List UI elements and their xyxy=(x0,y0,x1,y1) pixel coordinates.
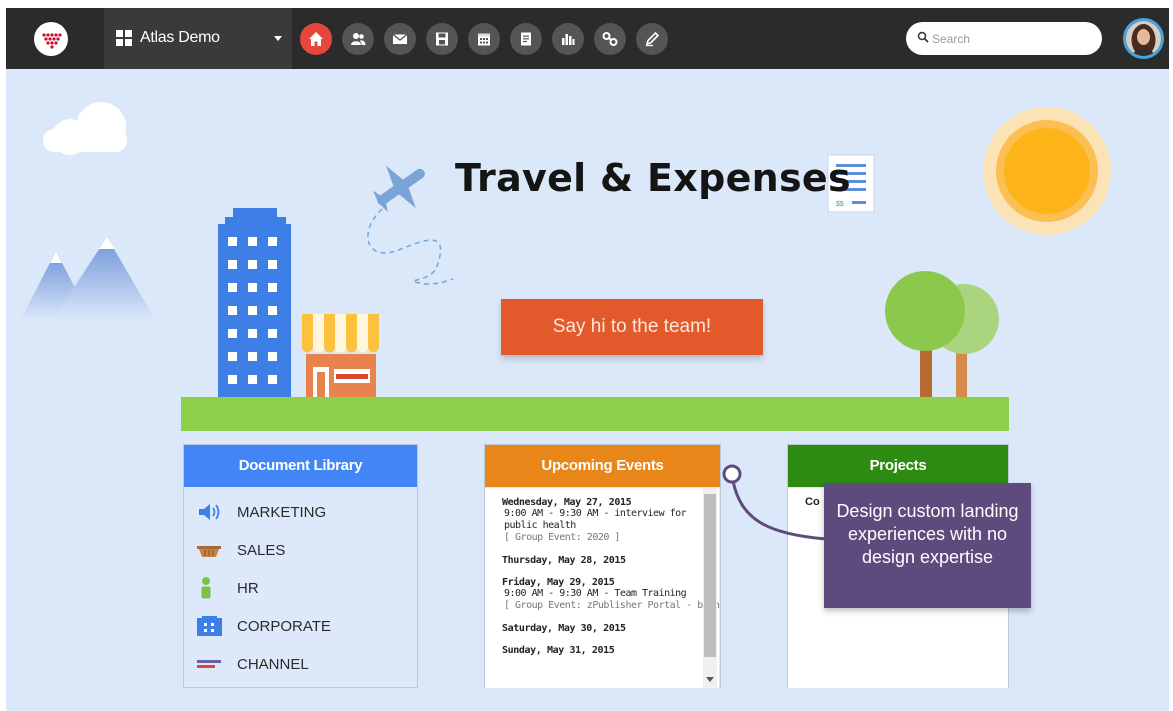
nav-edit-button[interactable] xyxy=(636,23,668,55)
event-day: Thursday, May 28, 2015 xyxy=(502,555,702,566)
logo-dots-icon xyxy=(42,33,62,49)
grid-icon xyxy=(116,30,132,46)
person-icon xyxy=(201,577,211,599)
mail-icon xyxy=(392,33,408,44)
search-icon xyxy=(917,31,929,43)
cloud-illustration xyxy=(43,102,127,155)
event-day: Saturday, May 30, 2015 xyxy=(502,623,702,634)
user-avatar[interactable] xyxy=(1123,18,1164,59)
nav-document-button[interactable] xyxy=(510,23,542,55)
home-icon xyxy=(309,32,323,46)
site-switcher[interactable]: Atlas Demo xyxy=(104,8,292,69)
event-date: Saturday, May 30, 2015 xyxy=(502,623,626,634)
office-building-illustration xyxy=(218,208,291,399)
document-icon xyxy=(521,32,531,46)
page-title: Travel & Expenses xyxy=(455,156,851,200)
events-scrollbar[interactable] xyxy=(703,488,717,688)
event-date: Friday, May 29, 2015 xyxy=(502,577,615,588)
library-item-corporate[interactable]: CORPORATE xyxy=(184,608,417,646)
site-name: Atlas Demo xyxy=(140,29,220,46)
event-date: Wednesday, May 27, 2015 xyxy=(502,497,632,508)
event-title-link[interactable]: 9:00 AM - 9:30 AM - Team Training xyxy=(502,588,702,600)
library-item-channel[interactable]: CHANNEL xyxy=(184,646,417,684)
app-logo[interactable] xyxy=(34,22,68,56)
event-date: Sunday, May 31, 2015 xyxy=(502,645,615,656)
mountains-illustration xyxy=(20,237,156,321)
projects-title: Projects xyxy=(788,445,1008,487)
shop-illustration xyxy=(302,314,379,400)
landing-page-canvas: $$ Travel & Expenses Say hi to the team!… xyxy=(6,69,1169,711)
library-item-label: SALES xyxy=(237,542,286,559)
scrollbar-thumb[interactable] xyxy=(704,494,716,657)
people-icon xyxy=(351,33,366,45)
event-group: [ Group Event: 2020 ] xyxy=(504,532,620,543)
library-item-label: MARKETING xyxy=(237,504,327,521)
library-item-sales[interactable]: SALES xyxy=(184,532,417,570)
event-title-link[interactable]: 9:00 AM - 9:30 AM - interview for public… xyxy=(502,508,702,532)
library-item-label: CHANNEL xyxy=(237,656,309,673)
document-library-panel: Document Library MARKETING SALES HR CORP… xyxy=(183,444,418,688)
calendar-icon xyxy=(478,33,490,46)
library-item-marketing[interactable]: MARKETING xyxy=(184,494,417,532)
feature-callout: Design custom landing experiences with n… xyxy=(824,483,1031,608)
airplane-illustration xyxy=(367,165,454,285)
ground-strip xyxy=(181,397,1009,431)
save-icon xyxy=(436,32,448,46)
event-group: [ Group Event: zPublisher Portal - blank xyxy=(504,600,719,611)
nav-save-button[interactable] xyxy=(426,23,458,55)
search-input[interactable] xyxy=(932,29,1092,49)
svg-text:$$: $$ xyxy=(836,201,844,208)
project-item-text[interactable]: Co xyxy=(805,496,820,508)
building-icon xyxy=(197,616,222,636)
upcoming-events-panel: Upcoming Events Wednesday, May 27, 2015 … xyxy=(484,444,721,688)
nav-reports-button[interactable] xyxy=(552,23,584,55)
event-day: Friday, May 29, 2015 9:00 AM - 9:30 AM -… xyxy=(502,577,719,612)
events-list-container: Wednesday, May 27, 2015 9:00 AM - 9:30 A… xyxy=(485,488,719,688)
nav-mail-button[interactable] xyxy=(384,23,416,55)
event-date: Thursday, May 28, 2015 xyxy=(502,555,626,566)
channel-icon xyxy=(197,660,221,668)
scroll-down-arrow-icon[interactable] xyxy=(706,677,714,682)
search-box[interactable] xyxy=(906,22,1102,55)
basket-icon xyxy=(197,546,221,557)
library-item-label: CORPORATE xyxy=(237,618,331,635)
document-library-title: Document Library xyxy=(184,445,417,487)
link-icon xyxy=(602,32,618,46)
bar-chart-icon xyxy=(562,34,575,45)
nav-calendar-button[interactable] xyxy=(468,23,500,55)
megaphone-icon xyxy=(199,504,220,520)
sun-illustration xyxy=(983,107,1111,235)
document-library-list: MARKETING SALES HR CORPORATE CHANNEL xyxy=(184,487,417,684)
chevron-down-icon xyxy=(274,36,282,41)
avatar-photo xyxy=(1126,21,1161,56)
event-day: Wednesday, May 27, 2015 9:00 AM - 9:30 A… xyxy=(502,497,702,544)
library-item-label: HR xyxy=(237,580,259,597)
top-navigation-bar: Atlas Demo xyxy=(6,8,1169,69)
nav-people-button[interactable] xyxy=(342,23,374,55)
nav-home-button[interactable] xyxy=(300,23,332,55)
edit-icon xyxy=(645,31,660,47)
events-list: Wednesday, May 27, 2015 9:00 AM - 9:30 A… xyxy=(502,497,719,667)
nav-links-button[interactable] xyxy=(594,23,626,55)
library-item-hr[interactable]: HR xyxy=(184,570,417,608)
event-day: Sunday, May 31, 2015 xyxy=(502,645,702,656)
say-hi-button[interactable]: Say hi to the team! xyxy=(501,299,763,355)
trees-illustration xyxy=(885,271,999,399)
upcoming-events-title: Upcoming Events xyxy=(485,445,720,487)
